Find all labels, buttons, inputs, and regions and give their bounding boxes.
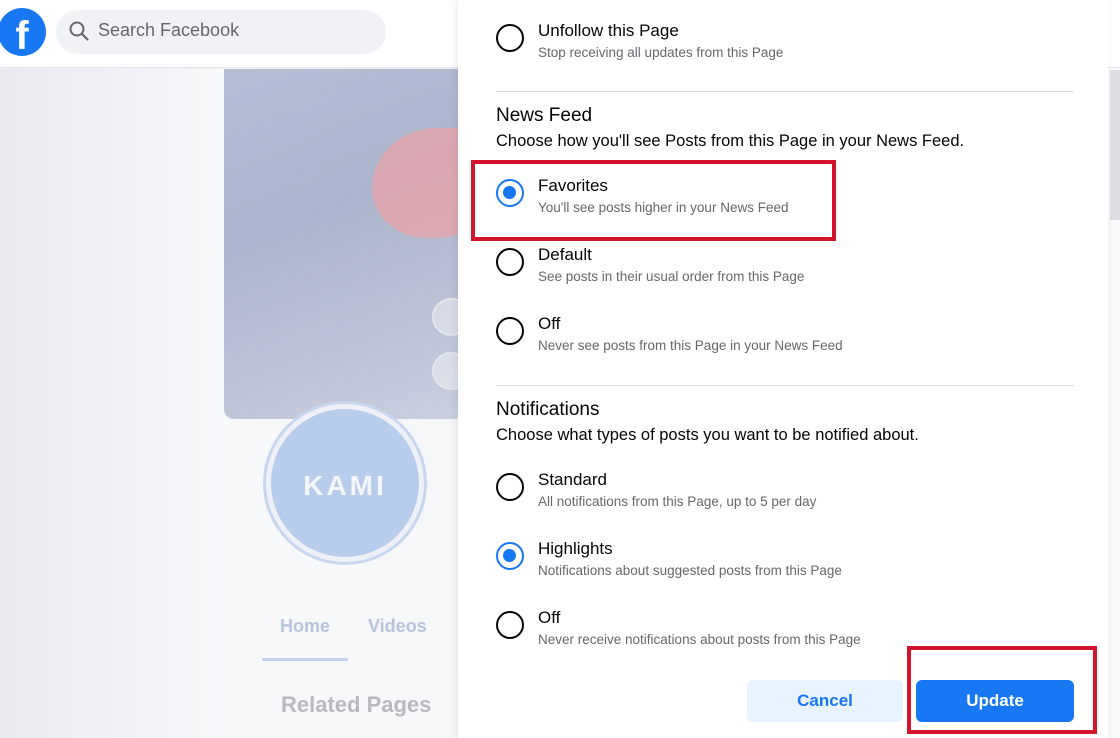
option-unfollow[interactable]: Unfollow this Page Stop receiving all up… (496, 21, 896, 77)
option-title: Off (538, 608, 561, 627)
page-edge-strip (1110, 70, 1120, 220)
news-feed-off-radio[interactable] (496, 317, 524, 345)
divider (496, 385, 1074, 386)
tab-videos: Videos (368, 616, 427, 636)
option-description: Never see posts from this Page in your N… (538, 338, 843, 353)
option-title: Default (538, 245, 592, 264)
option-title: Off (538, 314, 561, 333)
option-title: Highlights (538, 539, 613, 558)
standard-radio[interactable] (496, 473, 524, 501)
option-description: All notifications from this Page, up to … (538, 494, 817, 509)
notifications-description: Choose what types of posts you want to b… (496, 426, 919, 444)
option-description: Notifications about suggested posts from… (538, 563, 842, 578)
tab-home: Home (280, 616, 331, 636)
option-notifications-off[interactable]: Off Never receive notifications about po… (496, 608, 896, 664)
option-highlights[interactable]: Highlights Notifications about suggested… (496, 539, 896, 595)
facebook-logo[interactable]: f (0, 8, 46, 56)
option-news-feed-off[interactable]: Off Never see posts from this Page in yo… (496, 314, 896, 370)
active-tab-indicator (262, 658, 348, 661)
option-description: Never receive notifications about posts … (538, 632, 861, 647)
option-description: Stop receiving all updates from this Pag… (538, 45, 784, 60)
news-feed-description: Choose how you'll see Posts from this Pa… (496, 132, 965, 150)
cancel-button[interactable]: Cancel (747, 680, 903, 722)
annotation-highlight-favorites (471, 160, 836, 241)
option-title: Unfollow this Page (538, 21, 679, 40)
related-pages-title: Related Pages (281, 692, 432, 717)
divider (496, 91, 1074, 92)
highlights-radio[interactable] (496, 542, 524, 570)
avatar-label: KAMI (303, 470, 387, 501)
cover-photo (224, 69, 464, 419)
option-title: Standard (538, 470, 607, 489)
option-default[interactable]: Default See posts in their usual order f… (496, 245, 896, 301)
notifications-title: Notifications (496, 399, 600, 420)
option-description: See posts in their usual order from this… (538, 269, 805, 284)
annotation-highlight-update (907, 646, 1097, 734)
default-radio[interactable] (496, 248, 524, 276)
notifications-off-radio[interactable] (496, 611, 524, 639)
search-icon (69, 21, 89, 41)
unfollow-radio[interactable] (496, 24, 524, 52)
option-standard[interactable]: Standard All notifications from this Pag… (496, 470, 896, 526)
news-feed-title: News Feed (496, 105, 593, 126)
search-placeholder: Search Facebook (98, 20, 240, 40)
